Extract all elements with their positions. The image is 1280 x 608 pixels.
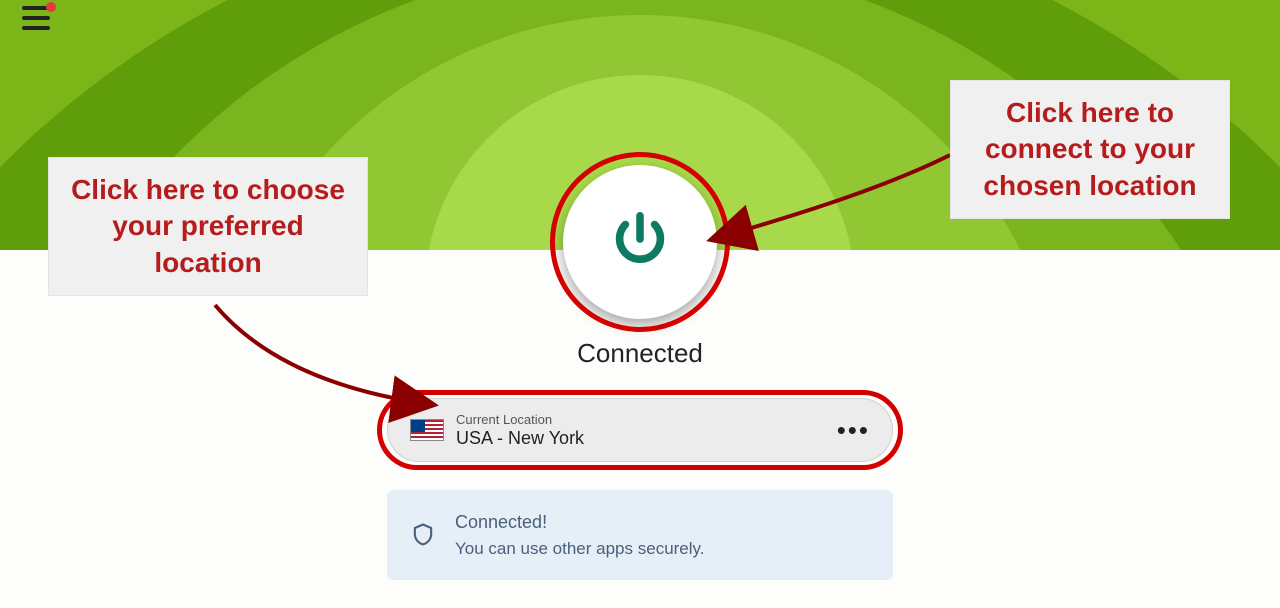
- flag-icon: [410, 419, 444, 441]
- connect-button[interactable]: [563, 165, 717, 319]
- info-subtitle: You can use other apps securely.: [455, 539, 705, 559]
- shield-icon: [409, 521, 437, 549]
- more-icon[interactable]: •••: [837, 415, 870, 446]
- status-info-card: Connected! You can use other apps secure…: [387, 490, 893, 580]
- callout-choose-location: Click here to choose your preferred loca…: [48, 157, 368, 296]
- info-title: Connected!: [455, 512, 705, 533]
- connection-status: Connected: [577, 338, 703, 369]
- notification-dot-icon: [46, 2, 56, 12]
- location-selector[interactable]: Current Location USA - New York •••: [387, 398, 893, 462]
- location-label: Current Location: [456, 412, 837, 427]
- power-icon: [605, 207, 675, 277]
- callout-connect: Click here to connect to your chosen loc…: [950, 80, 1230, 219]
- menu-button[interactable]: [22, 6, 50, 30]
- location-name: USA - New York: [456, 428, 837, 449]
